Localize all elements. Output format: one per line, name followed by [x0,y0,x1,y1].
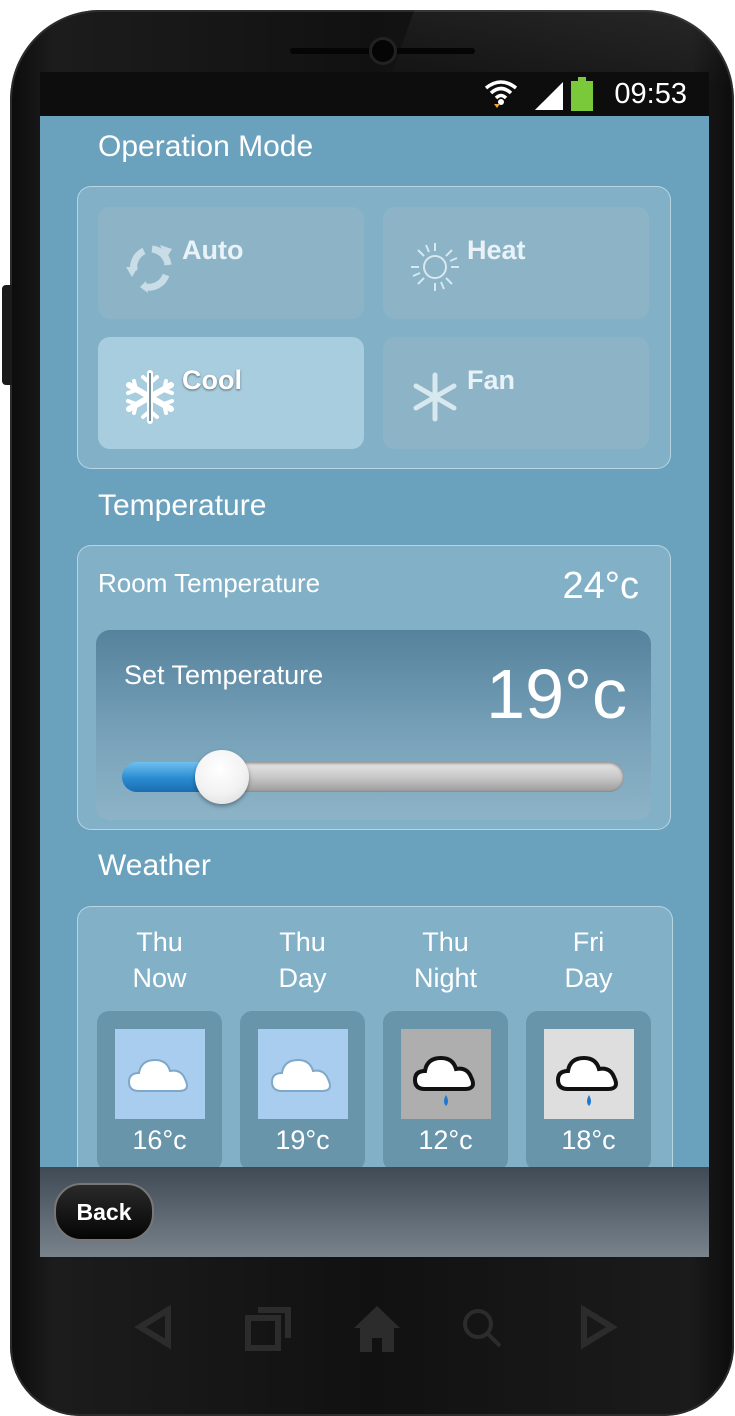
mode-label-auto: Auto [182,235,244,265]
forecast-card: 18°c [526,1011,651,1171]
operation-mode-title: Operation Mode [98,130,314,163]
mode-label-heat: Heat [467,235,526,265]
mode-button-fan[interactable]: Fan [383,337,649,449]
front-camera [372,40,394,62]
hardware-nav-keys [120,1302,640,1362]
fan-icon [413,372,457,422]
home-icon[interactable] [350,1302,404,1356]
cloud-icon [258,1029,348,1119]
forecast-day: Thu [136,927,183,957]
weather-title: Weather [98,849,211,882]
forecast-period: Day [278,963,327,993]
side-button [2,285,12,385]
forecast-temp: 18°c [561,1125,616,1155]
forward-arrow-icon[interactable] [572,1302,622,1352]
mode-button-cool[interactable]: Cool [98,337,364,449]
screen: 09:53 Operation Mode Auto Heat Cool Fan … [40,72,709,1257]
operation-mode-panel: Auto Heat Cool Fan [77,186,671,469]
status-bar: 09:53 [40,72,709,116]
auto-cycle-icon [126,245,172,293]
set-temperature-value: 19°c [486,655,627,733]
rain-cloud-icon [544,1029,634,1119]
slider-thumb[interactable] [195,750,250,804]
back-arrow-icon[interactable] [130,1302,180,1352]
status-time: 09:53 [614,78,687,110]
forecast-day: Fri [572,927,605,957]
forecast-day: Thu [422,927,469,957]
search-icon[interactable] [456,1302,510,1356]
forecast-header: Thu Night [383,924,508,996]
forecast-card: 19°c [240,1011,365,1171]
forecast-period: Day [564,963,613,993]
room-temperature-value: 24°c [562,565,639,607]
rain-cloud-icon [401,1029,491,1119]
mode-button-auto[interactable]: Auto [98,207,364,319]
set-temperature-label: Set Temperature [124,660,324,690]
recent-apps-icon[interactable] [242,1302,296,1356]
mode-label-fan: Fan [467,365,516,395]
forecast-temp: 19°c [275,1125,330,1155]
temperature-title: Temperature [98,489,267,522]
forecast-period: Now [132,963,187,993]
cloud-icon [115,1029,205,1119]
forecast-temp: 16°c [132,1125,187,1155]
mode-label-cool: Cool [182,365,242,395]
set-temperature-box: Set Temperature 19°c [96,630,651,820]
sun-icon [411,243,459,291]
forecast-period: Night [413,963,478,993]
forecast-temp: 12°c [418,1125,473,1155]
wifi-icon [484,80,518,108]
forecast-header: Thu Day [240,924,365,996]
temperature-slider[interactable] [122,750,624,804]
signal-icon [535,82,563,110]
forecast-header: Thu Now [97,924,222,996]
forecast-card: 12°c [383,1011,508,1171]
forecast-header: Fri Day [526,924,651,996]
mode-button-heat[interactable]: Heat [383,207,649,319]
room-temperature-label: Room Temperature [98,568,321,598]
back-button[interactable]: Back [54,1183,154,1241]
snowflake-icon [126,370,174,424]
forecast-day: Thu [279,927,326,957]
forecast-card: 16°c [97,1011,222,1171]
battery-icon [571,77,593,111]
